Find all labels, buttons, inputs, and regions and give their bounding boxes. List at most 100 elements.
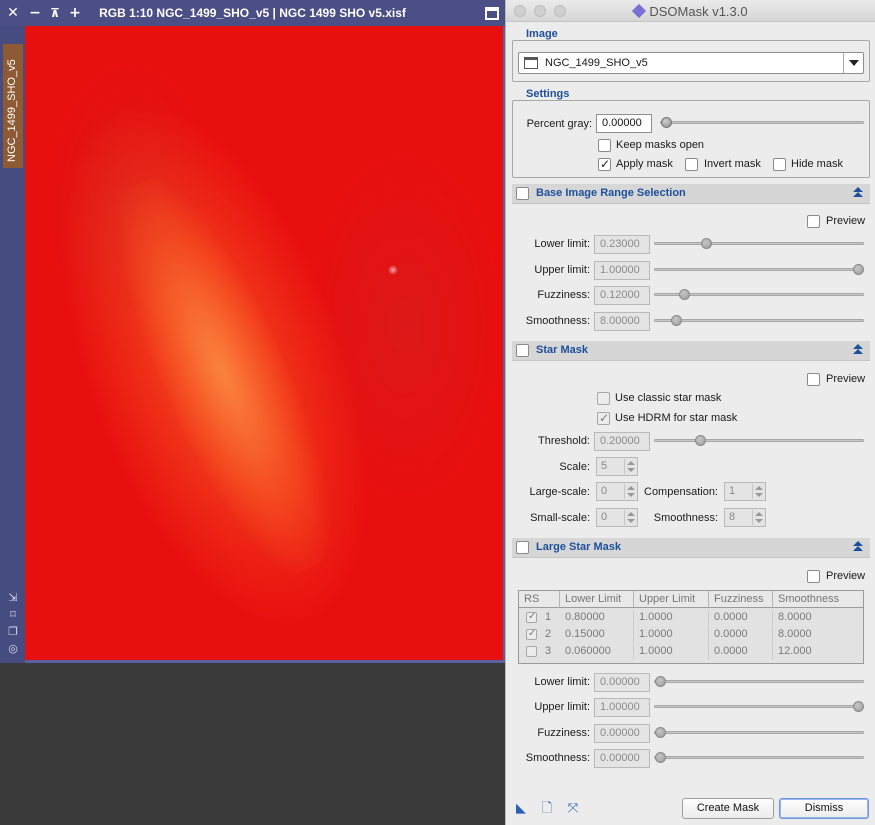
dismiss-button[interactable]: Dismiss (779, 798, 869, 819)
star-mask-title: Star Mask (536, 344, 588, 356)
lower-limit-cell: 0.060000 (560, 644, 634, 660)
collapse-icon[interactable] (852, 187, 864, 199)
row-checkbox[interactable] (526, 646, 537, 657)
smoothness-slider[interactable] (654, 315, 864, 327)
image-select[interactable]: NGC_1499_SHO_v5 (518, 52, 864, 74)
row-checkbox[interactable] (526, 611, 537, 623)
lower-limit-cell: 0.15000 (560, 627, 634, 643)
column-header-fuzziness[interactable]: Fuzziness (709, 591, 773, 608)
rs-table[interactable]: RS Lower Limit Upper Limit Fuzziness Smo… (518, 590, 864, 664)
star-mask-section-header[interactable]: Star Mask (512, 341, 870, 361)
large-star-mask-section-header[interactable]: Large Star Mask (512, 538, 870, 558)
large-scale-label: Large-scale: (529, 486, 590, 498)
fit-view-icon[interactable]: ⇲ (7, 592, 19, 604)
ls-lower-limit-input[interactable]: 0.00000 (594, 673, 650, 692)
ls-upper-limit-input[interactable]: 1.00000 (594, 698, 650, 717)
lower-limit-input[interactable]: 0.23000 (594, 235, 650, 254)
spin-arrows-icon[interactable] (624, 459, 636, 474)
hide-mask-label: Hide mask (791, 158, 843, 170)
upper-limit-input[interactable]: 1.00000 (594, 261, 650, 280)
scale-spinbox[interactable]: 5 (596, 457, 638, 476)
lower-limit-slider[interactable] (654, 238, 864, 250)
dialog-titlebar[interactable]: DSOMask v1.3.0 (506, 0, 875, 22)
spin-arrows-icon[interactable] (624, 484, 636, 499)
image-window-title: RGB 1:10 NGC_1499_SHO_v5 | NGC 1499 SHO … (99, 6, 406, 20)
compensation-spinbox[interactable]: 1 (724, 482, 766, 501)
image-window-titlebar[interactable]: ✕ − ⊼ + RGB 1:10 NGC_1499_SHO_v5 | NGC 1… (0, 0, 505, 26)
pixinsight-icon (632, 3, 647, 19)
reset-icon[interactable]: ⤧ (566, 802, 580, 816)
threshold-input[interactable]: 0.20000 (594, 432, 650, 451)
image-canvas[interactable] (25, 26, 503, 660)
use-hdrm-checkbox[interactable] (597, 411, 610, 425)
column-header-lower-limit[interactable]: Lower Limit (560, 591, 634, 608)
create-mask-button[interactable]: Create Mask (682, 798, 774, 819)
collapse-icon[interactable] (852, 344, 864, 356)
new-instance-icon[interactable]: ◣ (514, 802, 528, 816)
use-hdrm-label: Use HDRM for star mask (615, 412, 738, 424)
smoothness-input[interactable]: 8.00000 (594, 312, 650, 331)
settings-group-label: Settings (524, 88, 572, 100)
spin-arrows-icon[interactable] (624, 510, 636, 525)
image-select-value: NGC_1499_SHO_v5 (545, 57, 648, 69)
image-id-tab[interactable]: NGC_1499_SHO_v5 (3, 44, 23, 168)
base-range-title: Base Image Range Selection (536, 187, 686, 199)
rs-cell: 2 (545, 628, 552, 640)
percent-gray-slider[interactable] (660, 117, 864, 129)
fuzziness-cell: 0.0000 (709, 627, 773, 643)
use-classic-star-mask-label: Use classic star mask (615, 392, 722, 404)
apply-mask-label: Apply mask (616, 158, 673, 170)
fuzziness-cell: 0.0000 (709, 644, 773, 660)
stf-icon[interactable]: ◎ (7, 643, 19, 655)
ls-fuzziness-input[interactable]: 0.00000 (594, 724, 650, 743)
upper-limit-slider[interactable] (654, 264, 864, 276)
ls-smoothness-input[interactable]: 0.00000 (594, 749, 650, 768)
star-mask-enable-checkbox[interactable] (516, 344, 529, 357)
small-scale-spinbox[interactable]: 0 (596, 508, 638, 527)
ls-smoothness-slider[interactable] (654, 752, 864, 764)
star-smoothness-label: Smoothness: (653, 512, 718, 524)
threshold-label: Threshold: (538, 435, 590, 447)
fuzziness-slider[interactable] (654, 289, 864, 301)
image-window-sidebar: NGC_1499_SHO_v5 ⇲ ⌑ ❐ ◎ (0, 26, 25, 663)
ls-fuzziness-label: Fuzziness: (537, 727, 590, 739)
base-range-enable-checkbox[interactable] (516, 187, 529, 200)
collapse-icon[interactable] (852, 541, 864, 553)
column-header-smoothness[interactable]: Smoothness (773, 591, 863, 608)
fuzziness-input[interactable]: 0.12000 (594, 286, 650, 305)
upper-limit-cell: 1.0000 (634, 610, 709, 626)
base-range-section-header[interactable]: Base Image Range Selection (512, 184, 870, 204)
column-header-rs[interactable]: RS (519, 591, 560, 608)
row-checkbox[interactable] (526, 628, 537, 640)
spin-arrows-icon[interactable] (752, 510, 764, 525)
star-smoothness-spinbox[interactable]: 8 (724, 508, 766, 527)
large-star-preview-checkbox[interactable] (807, 570, 820, 583)
compensation-label: Compensation: (644, 486, 718, 498)
hide-mask-checkbox[interactable] (773, 158, 786, 171)
lower-limit-label: Lower limit: (534, 238, 590, 250)
image-window[interactable]: ✕ − ⊼ + RGB 1:10 NGC_1499_SHO_v5 | NGC 1… (0, 0, 505, 663)
base-range-preview-checkbox[interactable] (807, 215, 820, 228)
copy-icon[interactable]: ❐ (7, 626, 19, 638)
large-star-mask-enable-checkbox[interactable] (516, 541, 529, 554)
large-scale-spinbox[interactable]: 0 (596, 482, 638, 501)
large-star-mask-title: Large Star Mask (536, 541, 621, 553)
browse-documentation-icon[interactable]: 🗋 (540, 802, 554, 816)
star-mask-preview-checkbox[interactable] (807, 373, 820, 386)
threshold-slider[interactable] (654, 435, 864, 447)
zoom-to-fit-icon[interactable]: ⌑ (7, 609, 19, 621)
column-header-upper-limit[interactable]: Upper Limit (634, 591, 709, 608)
invert-mask-checkbox[interactable] (685, 158, 698, 171)
ls-fuzziness-slider[interactable] (654, 727, 864, 739)
ls-upper-limit-slider[interactable] (654, 701, 864, 713)
large-star-preview-label: Preview (826, 570, 866, 582)
ls-lower-limit-slider[interactable] (654, 676, 864, 688)
fullscreen-icon[interactable] (485, 7, 499, 20)
use-classic-star-mask-checkbox[interactable] (597, 392, 610, 405)
spin-arrows-icon[interactable] (752, 484, 764, 499)
small-scale-label: Small-scale: (530, 512, 590, 524)
keep-masks-open-checkbox[interactable] (598, 139, 611, 152)
chevron-down-icon[interactable] (843, 53, 863, 73)
percent-gray-input[interactable]: 0.00000 (596, 114, 652, 133)
apply-mask-checkbox[interactable] (598, 157, 611, 171)
